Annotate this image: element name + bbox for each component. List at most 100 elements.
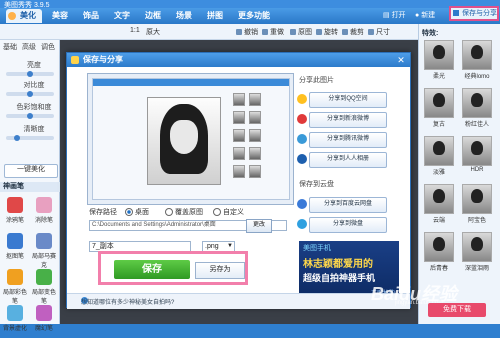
original-icon [290,29,296,36]
share-renren-button[interactable]: 分享到人人相册 [309,152,387,168]
weipan-button[interactable]: 分享到微盘 [309,217,387,233]
tab-color[interactable]: 调色 [41,42,55,52]
color-brush[interactable]: 局部彩色笔 [2,266,28,305]
save-button[interactable]: 保存 [114,260,190,279]
slider-handle[interactable] [27,71,33,77]
sharpness-slider[interactable] [6,135,54,141]
effect-thumb [424,40,454,70]
tool-redo[interactable]: 重做 [262,27,284,37]
preview-thumb [233,93,245,106]
radio-custom[interactable]: 自定义 [213,207,244,217]
image-preview [87,73,294,205]
tool-original[interactable]: 原图 [290,27,312,37]
mosaic-brush[interactable]: 局部马赛克 [31,230,57,269]
effects-title: 特效: [422,30,439,37]
rotate-icon [316,29,322,36]
effect-item[interactable]: 经典lomo [460,40,494,80]
contrast-slider[interactable] [6,91,54,97]
slider-handle[interactable] [27,113,33,119]
effect-item[interactable]: 复古 [422,88,456,128]
preview-app-screenshot [92,78,290,200]
effect-item[interactable]: HDR [460,136,494,173]
magic-brush[interactable]: 魔幻笔 [31,302,57,338]
radio-desktop[interactable]: 桌面 [125,207,149,217]
share-sina-weibo-button[interactable]: 分享到新浪微博 [309,112,387,128]
effect-item[interactable]: 阿宝色 [460,184,494,224]
resize-icon [368,29,374,36]
color-brush-icon [7,269,23,285]
tab-collage[interactable]: 拼图 [201,9,229,23]
portrait-face [170,120,198,154]
effect-thumb [462,136,492,166]
radio-dot [213,208,221,217]
magic-icon [36,305,52,321]
tool-crop[interactable]: 裁剪 [342,27,364,37]
tool-resize[interactable]: 尺寸 [368,27,390,37]
one-key-beautify-button[interactable]: 一键美化 [4,164,58,178]
tab-frame[interactable]: 边框 [139,9,167,23]
tool-original-size[interactable]: 原大 [146,27,160,37]
dialog-title: 保存与分享 [83,55,123,64]
tab-advanced[interactable]: 高级 [22,42,36,52]
tencent-weibo-icon [297,134,307,144]
tab-beauty[interactable]: 美容 [46,9,74,23]
slider-handle[interactable] [27,91,33,97]
blur-brush[interactable]: 背景虚化 [2,302,28,338]
ad-line2: 林志颖都爱用的 [303,259,373,270]
save-share-dialog: 保存与分享 ✕ 保存路径 桌面 覆盖原图 自定义 C:\Documents an… [66,52,411,309]
effect-item[interactable]: 云端 [422,184,456,224]
preview-thumb [249,165,261,178]
undo-icon [236,29,242,36]
slider-handle[interactable] [14,135,20,141]
tab-accessories[interactable]: 饰品 [77,9,105,23]
chevron-down-icon: ▼ [227,243,233,249]
footer-link[interactable]: 想知道哪位有多少神秘美女自拍吗? [81,297,174,306]
tool-actual-size[interactable]: 1:1 [130,27,140,34]
share-qzone-button[interactable]: 分享到QQ空间 [309,92,387,108]
effect-item[interactable]: 柔光 [422,40,456,80]
dialog-title-bar: 保存与分享 ✕ [67,53,410,67]
cutout-brush[interactable]: 抠图笔 [2,230,28,266]
recolor-brush[interactable]: 局部变色笔 [31,266,57,305]
tab-beautify[interactable]: 美化 [6,9,42,23]
share-section-title: 分享此图片 [299,77,334,84]
new-button[interactable]: ● 新建 [415,10,435,22]
open-button[interactable]: ▤ 打开 [383,10,406,22]
effect-item[interactable]: 淡雅 [422,136,456,176]
beautify-icon [8,12,16,20]
share-tencent-weibo-button[interactable]: 分享到腾讯微博 [309,132,387,148]
preview-thumb [233,111,245,124]
tab-scene[interactable]: 场景 [170,9,198,23]
tab-more[interactable]: 更多功能 [232,9,276,23]
saturation-slider[interactable] [6,113,54,119]
effect-item[interactable]: 粉红佳人 [460,88,494,128]
brightness-slider[interactable] [6,71,54,77]
mosaic-icon [36,233,52,249]
tab-basic[interactable]: 基础 [3,42,17,52]
save-share-button[interactable]: 保存与分享 [449,6,499,21]
tool-undo[interactable]: 撤销 [236,27,258,37]
eraser-brush[interactable]: 消除笔 [31,194,57,230]
preview-thumb [233,147,245,160]
save-as-button[interactable]: 另存为 [195,262,245,279]
free-download-button[interactable]: 免费下载 [428,303,486,317]
brush-header: 神画笔 [0,182,60,192]
save-share-icon [71,56,79,64]
close-icon[interactable]: ✕ [396,55,406,65]
renren-icon [297,154,307,164]
baidu-cloud-button[interactable]: 分享到百度云网盘 [309,197,387,213]
effect-item[interactable]: 后青春 [422,232,456,272]
radio-dot [125,208,133,217]
save-icon [453,10,459,16]
change-path-button[interactable]: 更改 [246,219,272,233]
tool-rotate[interactable]: 旋转 [316,27,338,37]
baidu-cloud-icon [297,199,307,209]
ad-line3: 超级自拍神器手机 [303,273,376,283]
tab-text[interactable]: 文字 [108,9,136,23]
radio-overwrite[interactable]: 覆盖原图 [165,207,203,217]
cloud-section-title: 保存到云盘 [299,181,334,188]
doodle-brush[interactable]: 涂鸦笔 [2,194,28,230]
preview-thumb [249,147,261,160]
preview-thumb [233,165,245,178]
effect-item[interactable]: 深蓝泪雨 [460,232,494,272]
